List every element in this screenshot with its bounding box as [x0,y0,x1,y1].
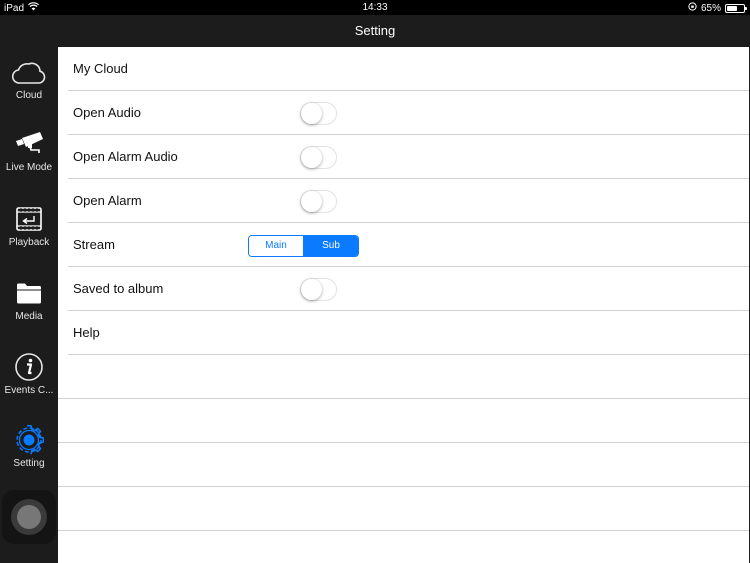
row-title: Stream [73,237,115,252]
row-title: Open Alarm Audio [73,149,178,164]
row-open-alarm-audio: Open Alarm Audio [58,135,749,179]
nav-bar: Setting [0,15,750,47]
row-title: Help [73,325,100,340]
assistive-touch-button[interactable] [2,490,56,544]
tab-label: Media [15,311,43,322]
battery-fill [727,5,738,11]
separator [58,530,749,531]
row-open-audio: Open Audio [58,91,749,135]
saved-to-album-toggle[interactable] [300,278,337,301]
status-time: 14:33 [362,2,388,13]
toggle-knob [301,191,322,212]
assistive-touch-dot [17,505,41,529]
status-bar: iPad 14:33 65% [0,0,750,15]
tab-label: Setting [13,458,45,469]
empty-row [58,399,749,443]
tab-setting[interactable]: Setting [0,415,58,487]
sidebar-tab-bar: Cloud Live Mode Playback Media Events C.… [0,47,58,563]
camera-icon [0,127,58,161]
gear-icon [0,423,58,457]
open-alarm-toggle[interactable] [300,190,337,213]
row-open-alarm: Open Alarm [58,179,749,223]
settings-list: My Cloud Open Audio Open Alarm Audio Ope… [58,47,749,563]
playback-icon [0,202,58,236]
toggle-knob [301,147,322,168]
row-title: Saved to album [73,281,164,296]
tab-media[interactable]: Media [0,268,58,340]
toggle-knob [301,279,322,300]
row-stream: Stream Main Sub [58,223,749,267]
battery-icon [725,3,747,13]
row-my-cloud[interactable]: My Cloud [58,47,749,91]
tab-label: Cloud [15,90,43,101]
info-icon [0,350,58,384]
tab-label: Events C... [4,385,54,396]
row-help[interactable]: Help [58,311,749,355]
empty-row [58,443,749,487]
tab-cloud[interactable]: Cloud [0,47,58,119]
row-title: Open Audio [73,105,141,120]
toggle-knob [301,103,322,124]
tab-events-center[interactable]: Events C... [0,342,58,414]
row-title: My Cloud [73,61,128,76]
stream-option-sub[interactable]: Sub [303,236,358,256]
folder-icon [0,276,58,310]
orientation-lock-icon [688,2,697,14]
empty-row [58,487,749,531]
row-title: Open Alarm [73,193,142,208]
tab-playback[interactable]: Playback [0,194,58,266]
stream-segmented-control: Main Sub [248,235,359,257]
page-title: Setting [354,23,396,38]
row-saved-to-album: Saved to album [58,267,749,311]
tab-label: Live Mode [5,162,53,173]
empty-row [58,355,749,399]
cloud-icon [0,55,58,89]
stream-option-main[interactable]: Main [249,236,303,256]
battery-percent: 65% [700,2,721,14]
tab-live-mode[interactable]: Live Mode [0,119,58,191]
open-audio-toggle[interactable] [300,102,337,125]
tab-label: Playback [8,237,50,248]
open-alarm-audio-toggle[interactable] [300,146,337,169]
